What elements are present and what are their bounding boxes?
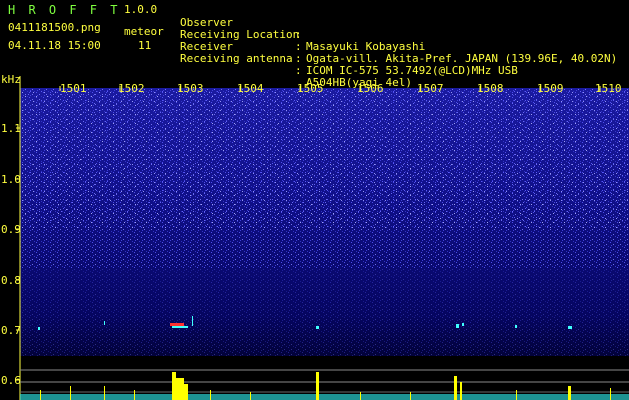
signal-level-bars [20, 372, 629, 400]
time-tick-label: 1502 [118, 82, 145, 95]
freq-label: 0.8 [1, 274, 21, 287]
time-tick-label: 1510 [595, 82, 622, 95]
file-datetime: 04.11.18 15:00 [8, 39, 101, 52]
freq-label: 0.9 [1, 223, 21, 236]
time-tick-label: 1507 [417, 82, 444, 95]
time-tick-label: 1509 [537, 82, 564, 95]
time-tick-label: 1504 [237, 82, 264, 95]
receiver-row: Receiver : ICOM IC-575 53.7492(@LCD)MHz … [180, 29, 625, 77]
spectrogram-background [20, 88, 629, 356]
freq-label: 1.1 [1, 122, 21, 135]
meteor-count: 11 [138, 39, 152, 52]
freq-label: 1.0 [1, 173, 21, 186]
file-name: 0411181500.png [8, 21, 101, 34]
time-tick-label: 1506 [357, 82, 384, 95]
axis-unit-label: kHz [1, 73, 21, 86]
location-row: Receiving Location : Ogata-vill. Akita-P… [180, 17, 625, 65]
antenna-label: Receiving antenna [180, 52, 293, 65]
time-tick-label: 1503 [177, 82, 204, 95]
spectrogram-plot [16, 76, 629, 400]
antenna-row: Receiving antenna : A504HB(yagi 4el) [180, 41, 625, 89]
time-tick-label: 1501 [60, 82, 87, 95]
freq-label: 0.6 [1, 374, 21, 387]
app-title: H R O F F T [8, 3, 121, 17]
observer-row: Observer : Masayuki Kobayashi [180, 5, 625, 53]
freq-tick-marks [16, 127, 20, 381]
time-tick-label: 1505 [297, 82, 324, 95]
freq-label: 0.7 [1, 324, 21, 337]
app-version: 1.0.0 [124, 3, 158, 16]
meteor-label: meteor [124, 25, 164, 38]
time-tick-label: 1508 [477, 82, 504, 95]
